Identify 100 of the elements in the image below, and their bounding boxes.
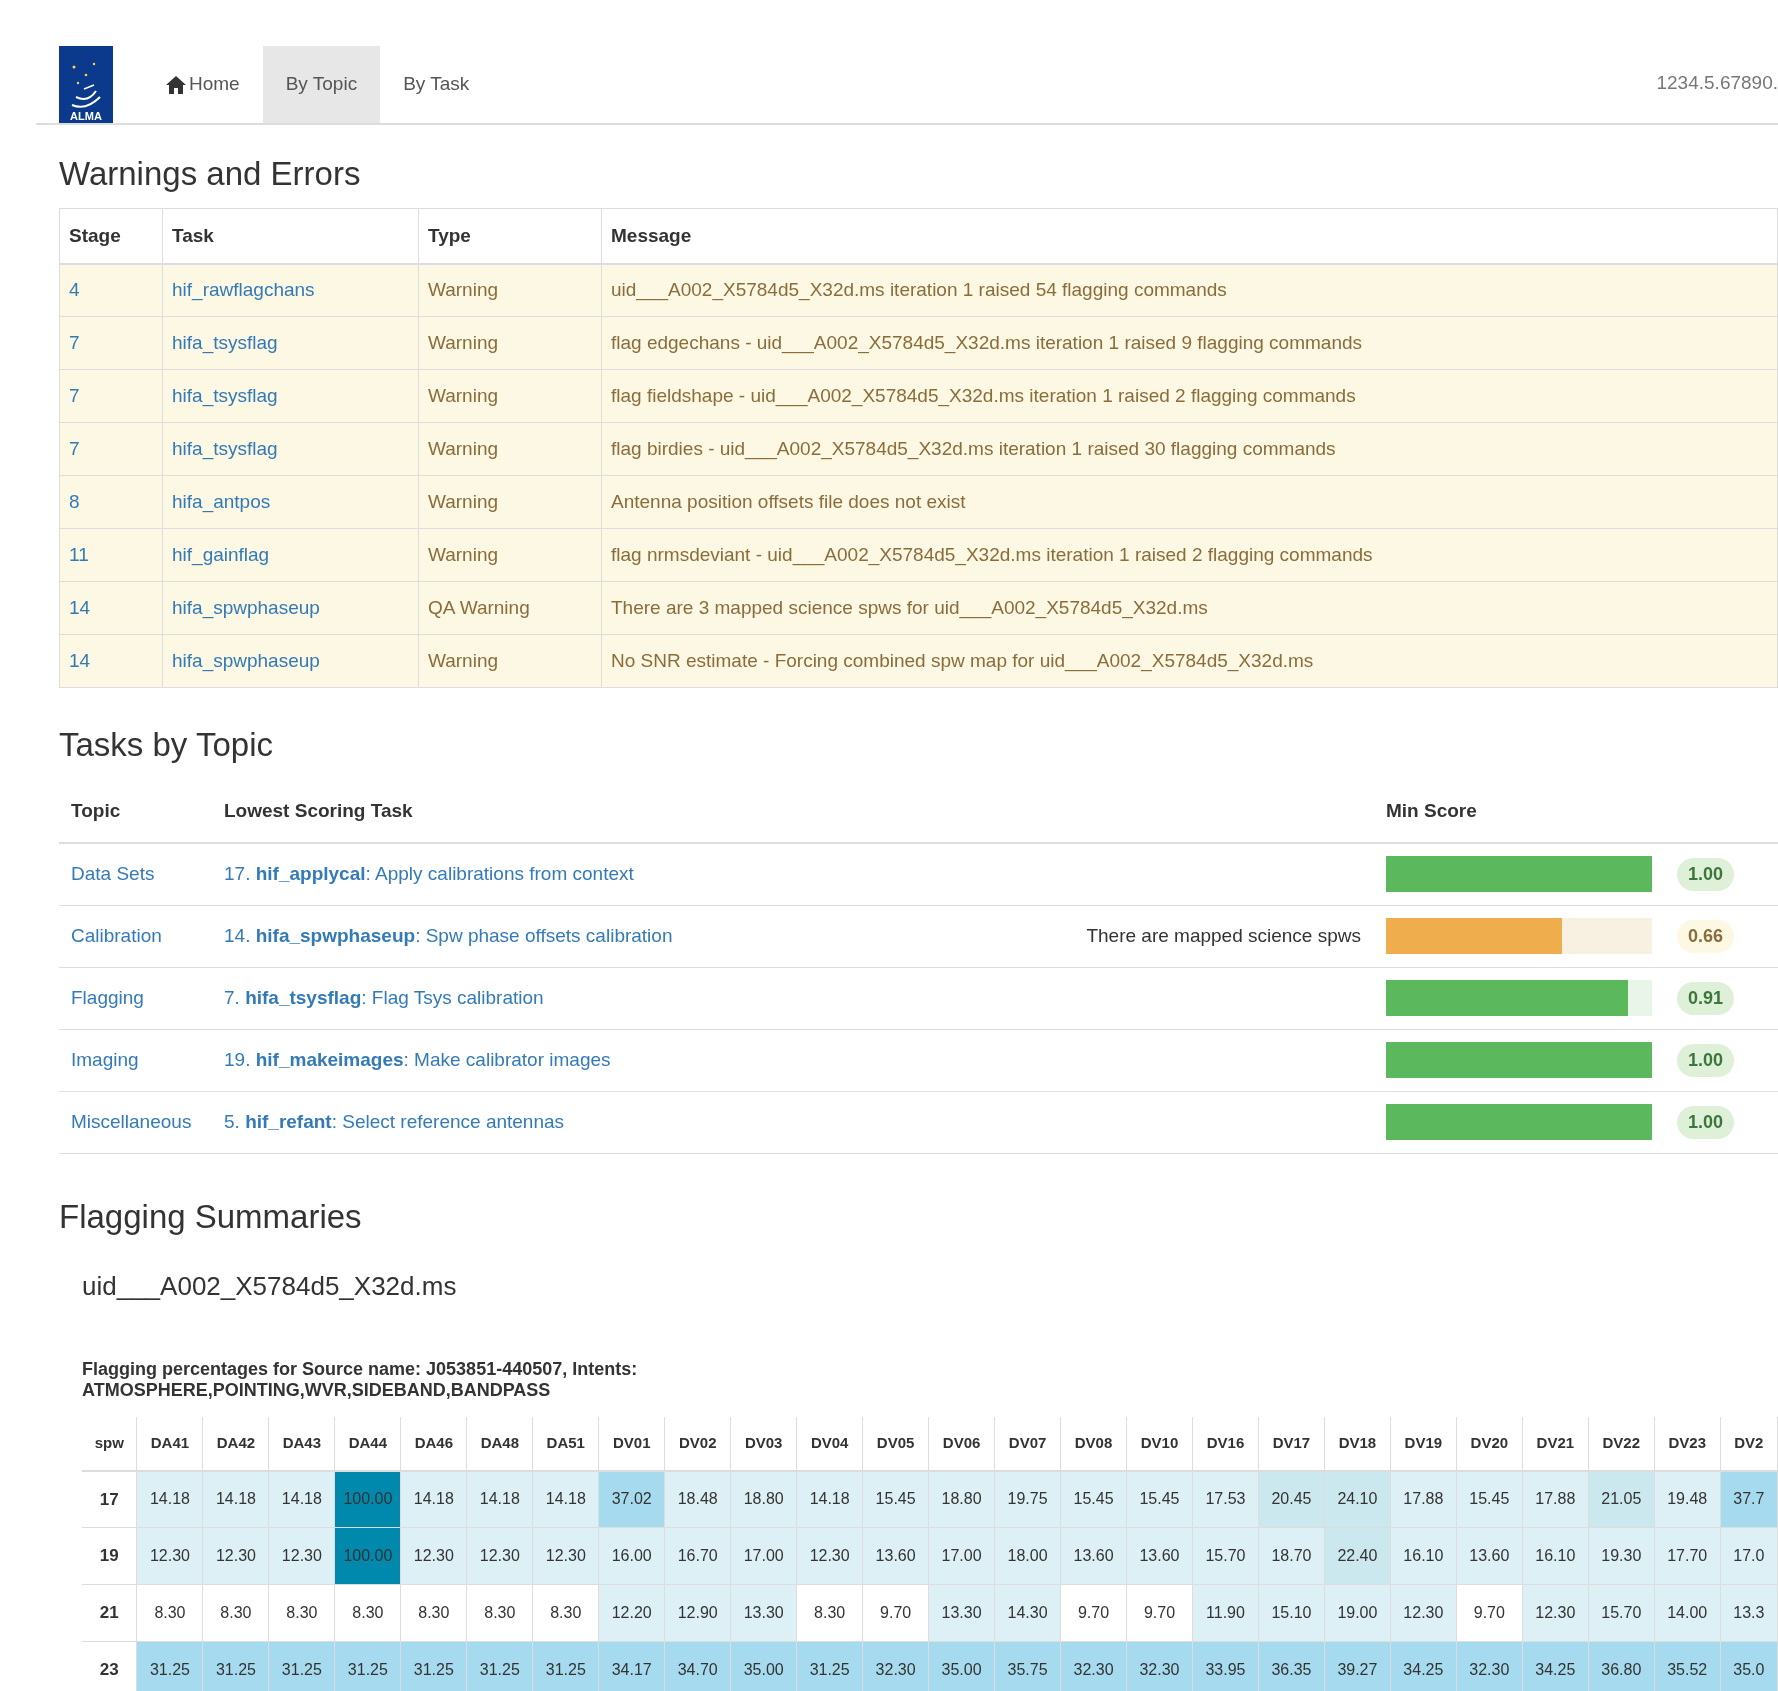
column-header: Topic <box>59 781 215 843</box>
table-cell: 22.40 <box>1324 1527 1391 1585</box>
table-cell: 37.7 <box>1720 1470 1778 1528</box>
task-link[interactable]: 5. hif_refant: Select reference antennas <box>224 1107 565 1137</box>
column-header: DA44 <box>334 1416 401 1471</box>
table-cell: 18.48 <box>664 1470 731 1528</box>
stage-link[interactable]: 7 <box>59 369 163 423</box>
table-cell: 31.25 <box>202 1641 269 1691</box>
table-cell: 31.25 <box>532 1641 599 1691</box>
topic-link[interactable]: Imaging <box>71 1048 139 1070</box>
section-heading: Flagging Summaries <box>59 1199 363 1233</box>
table-cell: 19.00 <box>1324 1584 1391 1642</box>
table-cell: Warning <box>418 634 602 688</box>
task-link[interactable]: 17. hif_applycal: Apply calibrations from context <box>224 860 634 889</box>
nav-tab[interactable]: By Topic <box>262 46 381 123</box>
column-header: DA48 <box>466 1416 533 1471</box>
table-cell: 16.10 <box>1522 1527 1589 1585</box>
column-header: Task <box>162 208 419 264</box>
table-cell: 31.25 <box>334 1641 401 1691</box>
table-cell: 16.70 <box>664 1527 731 1585</box>
stage-link[interactable]: 14 <box>59 634 163 688</box>
task-link[interactable]: hif_gainflag <box>162 528 419 582</box>
stage-link[interactable]: 8 <box>59 475 163 529</box>
table-cell: 12.30 <box>1390 1584 1457 1642</box>
table-cell: 15.45 <box>1126 1470 1193 1528</box>
topic-link[interactable]: Calibration <box>71 924 162 946</box>
table-cell: 31.25 <box>268 1641 335 1691</box>
task-link[interactable]: hif_rawflagchans <box>162 263 419 317</box>
column-header: DV10 <box>1126 1416 1193 1471</box>
table-cell: 17.70 <box>1654 1527 1721 1585</box>
stage-link[interactable]: 4 <box>59 263 163 317</box>
table-cell: 35.00 <box>730 1641 797 1691</box>
section-heading: Warnings and Errors <box>59 157 362 190</box>
table-cell: Warning <box>418 475 602 529</box>
stage-link[interactable]: 11 <box>59 528 163 582</box>
table-cell: 12.30 <box>796 1527 863 1585</box>
topic-link[interactable]: Data Sets <box>71 863 155 884</box>
table-cell: 12.30 <box>1522 1584 1589 1642</box>
table-cell: 32.30 <box>1126 1641 1193 1691</box>
column-header: DV04 <box>796 1416 863 1471</box>
task-link[interactable]: hifa_tsysflag <box>162 369 419 423</box>
table-cell: Warning <box>418 369 602 423</box>
task-link[interactable]: hifa_antpos <box>162 475 419 529</box>
column-header: DV08 <box>1060 1416 1127 1471</box>
table-cell: 9.70 <box>1060 1584 1127 1642</box>
table-cell: 8.30 <box>202 1584 269 1642</box>
stage-link[interactable]: 7 <box>59 422 163 476</box>
ms-name: uid___A002_X5784d5_X32d.ms <box>82 1272 458 1299</box>
table-cell: 17.0 <box>1720 1527 1778 1585</box>
table-cell: 12.30 <box>532 1527 599 1585</box>
stage-link[interactable]: 14 <box>59 581 163 635</box>
table-cell: 16.10 <box>1390 1527 1457 1585</box>
score-badge: 1.00 <box>1677 1043 1735 1077</box>
column-header: DV06 <box>928 1416 995 1471</box>
table-cell: 24.10 <box>1324 1470 1391 1528</box>
table-cell: 31.25 <box>466 1641 533 1691</box>
column-header: spw <box>82 1416 137 1471</box>
table-cell: 14.00 <box>1654 1584 1721 1642</box>
table-cell: flag edgechans - uid___A002_X5784d5_X32d.ms iteration 1 raised 9 flagging commands <box>601 316 1778 370</box>
table-cell: 8.30 <box>796 1584 863 1642</box>
table-cell: 34.70 <box>664 1641 731 1691</box>
table-cell: 19.75 <box>994 1470 1061 1528</box>
task-link[interactable]: hifa_tsysflag <box>162 316 419 370</box>
dataset-id: 1234.5.67890. <box>1656 70 1778 95</box>
table-cell: 14.18 <box>136 1470 203 1528</box>
table-cell: 13.60 <box>1456 1527 1523 1585</box>
column-header: DA51 <box>532 1416 599 1471</box>
table-cell: flag fieldshape - uid___A002_X5784d5_X32d.ms iteration 1 raised 2 flagging commands <box>601 369 1778 423</box>
table-cell: Warning <box>418 528 602 582</box>
column-header: DA46 <box>400 1416 467 1471</box>
table-cell: 36.35 <box>1258 1641 1325 1691</box>
task-link[interactable]: hifa_tsysflag <box>162 422 419 476</box>
column-header: DV23 <box>1654 1416 1721 1471</box>
table-cell: flag birdies - uid___A002_X5784d5_X32d.ms iteration 1 raised 30 flagging commands <box>601 422 1778 476</box>
column-header: DV18 <box>1324 1416 1391 1471</box>
nav-tab[interactable]: Home <box>143 46 263 123</box>
alma-logo[interactable]: ALMA <box>59 46 113 123</box>
column-header: DV05 <box>862 1416 929 1471</box>
task-link[interactable]: hifa_spwphaseup <box>162 581 419 635</box>
task-link[interactable]: 7. hifa_tsysflag: Flag Tsys calibration <box>224 983 544 1013</box>
table-cell: Warning <box>418 422 602 476</box>
table-cell: 34.25 <box>1390 1641 1457 1691</box>
table-cell: 100.00 <box>334 1527 401 1585</box>
table-cell: 37.02 <box>598 1470 665 1528</box>
stage-link[interactable]: 7 <box>59 316 163 370</box>
column-header: DV02 <box>664 1416 731 1471</box>
column-header: DV20 <box>1456 1416 1523 1471</box>
table-cell: Warning <box>418 263 602 317</box>
table-cell: 31.25 <box>136 1641 203 1691</box>
table-cell: 35.0 <box>1720 1641 1778 1691</box>
nav-tab[interactable]: By Task <box>380 46 493 123</box>
section-heading: Tasks by Topic <box>59 728 274 761</box>
topic-link[interactable]: Flagging <box>71 986 144 1008</box>
table-cell: 32.30 <box>862 1641 929 1691</box>
table-cell: 17.00 <box>730 1527 797 1585</box>
topic-link[interactable]: Miscellaneous <box>71 1110 192 1132</box>
table-cell: 12.30 <box>400 1527 467 1585</box>
task-link[interactable]: hifa_spwphaseup <box>162 634 419 688</box>
task-link[interactable]: 14. hifa_spwphaseup: Spw phase offsets calibration <box>224 921 673 951</box>
task-link[interactable]: 19. hif_makeimages: Make calibrator images <box>224 1045 611 1075</box>
